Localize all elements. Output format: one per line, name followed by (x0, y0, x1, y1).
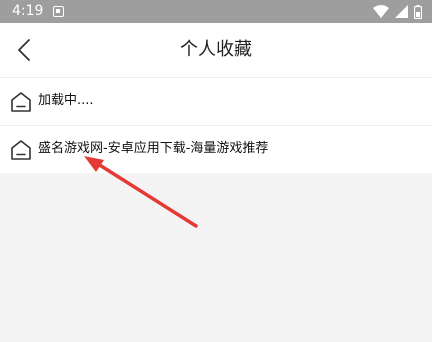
arrow-shaft (96, 162, 198, 228)
arrow-head (84, 156, 104, 172)
annotation-arrow (84, 156, 198, 228)
